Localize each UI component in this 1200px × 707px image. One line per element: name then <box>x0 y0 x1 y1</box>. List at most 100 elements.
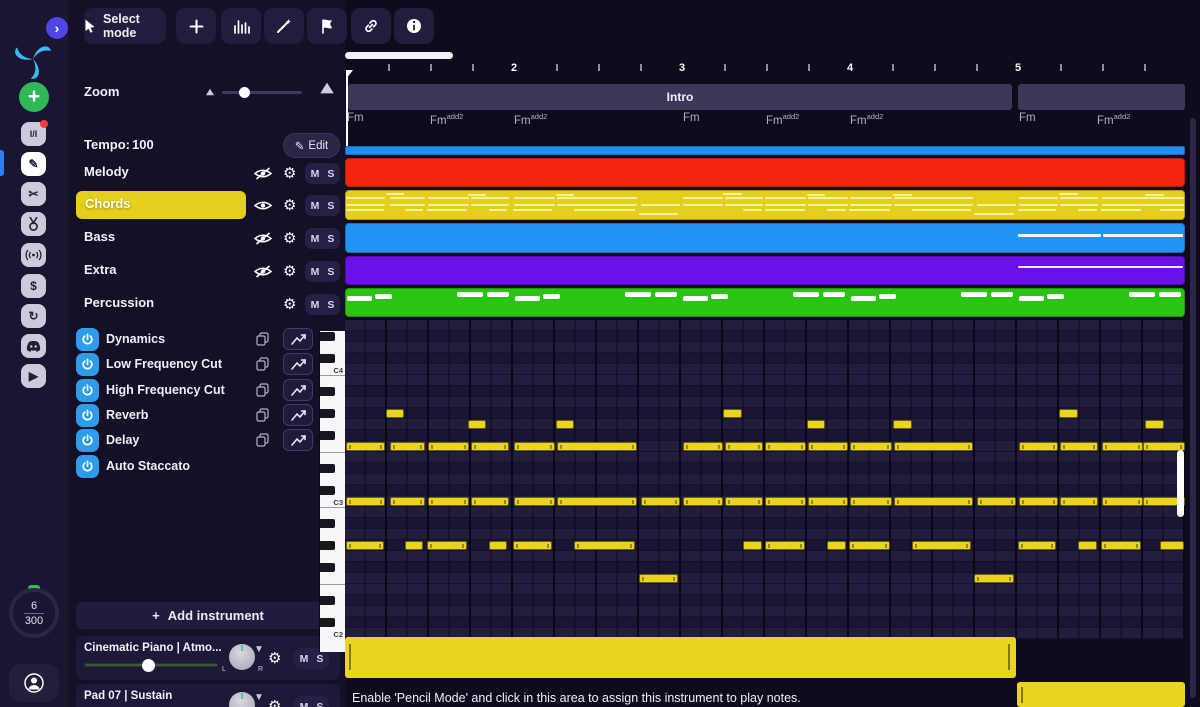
gear-icon[interactable]: ⚙ <box>283 231 296 246</box>
power-toggle[interactable] <box>76 379 99 402</box>
mute-solo-group[interactable]: M S <box>305 195 340 216</box>
black-key[interactable] <box>320 563 335 572</box>
eye-icon[interactable] <box>253 198 273 213</box>
mute-solo-group[interactable]: M S <box>294 696 329 707</box>
piano-roll-grid[interactable] <box>345 320 1185 639</box>
automation-curve-button[interactable] <box>283 328 313 350</box>
play-rail-button[interactable]: ▶ <box>21 364 46 388</box>
midi-note[interactable] <box>894 497 973 506</box>
mute-solo-group[interactable]: M S <box>305 261 340 282</box>
mute-solo-group[interactable]: M S <box>305 163 340 184</box>
track-row-melody[interactable]: Melody ⚙ M S <box>68 159 345 187</box>
midi-note[interactable] <box>827 541 846 550</box>
copy-icon[interactable] <box>256 332 269 346</box>
solo-button[interactable]: S <box>327 266 334 278</box>
midi-note[interactable] <box>574 541 635 550</box>
overview-row-extra[interactable] <box>345 256 1185 285</box>
midi-note[interactable] <box>514 442 555 451</box>
midi-note[interactable] <box>725 442 763 451</box>
midi-note[interactable] <box>346 541 384 550</box>
gear-icon[interactable]: ⚙ <box>268 699 281 707</box>
mute-button[interactable]: M <box>311 168 320 180</box>
midi-note[interactable] <box>974 574 1014 583</box>
collapse-chevron-button[interactable]: › <box>46 17 68 39</box>
clip-resize-handle[interactable] <box>1008 644 1010 670</box>
black-key[interactable] <box>320 519 335 528</box>
medal-rail-button[interactable] <box>21 212 46 236</box>
overview-row-bass[interactable] <box>345 223 1185 253</box>
eye-slash-icon[interactable] <box>253 264 273 279</box>
midi-note[interactable] <box>427 541 467 550</box>
midi-note[interactable] <box>489 541 507 550</box>
history-rail-button[interactable]: ↻ <box>21 304 46 328</box>
midi-note[interactable] <box>1102 497 1143 506</box>
magic-wand-button[interactable] <box>264 8 304 44</box>
selected-track-pill[interactable]: Chords <box>76 191 246 219</box>
midi-note[interactable] <box>683 497 723 506</box>
solo-button[interactable]: S <box>327 233 334 245</box>
automation-curve-button[interactable] <box>283 404 313 426</box>
midi-note[interactable] <box>743 541 762 550</box>
midi-note[interactable] <box>765 442 806 451</box>
midi-note[interactable] <box>390 497 425 506</box>
gear-icon[interactable]: ⚙ <box>283 198 296 213</box>
create-new-button[interactable]: + <box>19 82 49 112</box>
minimize-window-button[interactable] <box>28 10 41 23</box>
mute-solo-group[interactable]: M S <box>305 228 340 249</box>
track-name[interactable]: Melody <box>84 164 129 179</box>
midi-note[interactable] <box>1019 497 1058 506</box>
midi-note[interactable] <box>514 497 555 506</box>
eye-slash-icon[interactable] <box>253 231 273 246</box>
midi-note[interactable] <box>977 497 1016 506</box>
midi-note[interactable] <box>1078 541 1097 550</box>
solo-button[interactable]: S <box>327 299 334 311</box>
piano-roll-scrollbar-thumb[interactable] <box>1177 450 1184 517</box>
track-name[interactable]: Percussion <box>84 295 154 310</box>
midi-note[interactable] <box>849 541 890 550</box>
midi-note[interactable] <box>471 497 509 506</box>
tempo-edit-button[interactable]: ✎ Edit <box>283 133 340 158</box>
overview-row-melody[interactable] <box>345 158 1185 187</box>
midi-note[interactable] <box>346 497 385 506</box>
midi-note[interactable] <box>807 420 825 429</box>
copy-icon[interactable] <box>256 408 269 422</box>
midi-note[interactable] <box>808 497 848 506</box>
midi-note[interactable] <box>1102 442 1143 451</box>
midi-note[interactable] <box>765 541 805 550</box>
scissors-rail-button[interactable]: ✂ <box>21 182 46 206</box>
chevron-down-icon[interactable]: ▼ <box>254 692 264 703</box>
instrument-name[interactable]: Pad 07 | Sustain <box>84 690 172 702</box>
midi-note[interactable] <box>556 420 574 429</box>
midi-note[interactable] <box>346 442 385 451</box>
dollar-rail-button[interactable]: $ <box>21 274 46 298</box>
track-name[interactable]: Extra <box>84 262 117 277</box>
black-key[interactable] <box>320 431 335 440</box>
power-toggle[interactable] <box>76 455 99 478</box>
copy-icon[interactable] <box>256 357 269 371</box>
playhead[interactable] <box>346 70 348 146</box>
black-key[interactable] <box>320 387 335 396</box>
mute-button[interactable]: M <box>311 200 320 212</box>
solo-button[interactable]: S <box>316 701 323 707</box>
midi-note[interactable] <box>468 420 486 429</box>
discord-rail-button[interactable] <box>21 334 46 358</box>
mute-button[interactable]: M <box>300 653 309 665</box>
copy-icon[interactable] <box>256 433 269 447</box>
midi-note[interactable] <box>557 497 637 506</box>
solo-button[interactable]: S <box>327 200 334 212</box>
mute-button[interactable]: M <box>300 701 309 707</box>
black-key[interactable] <box>320 332 335 341</box>
power-toggle[interactable] <box>76 404 99 427</box>
mute-solo-group[interactable]: M S <box>305 294 340 315</box>
midi-note[interactable] <box>471 442 509 451</box>
midi-note[interactable] <box>1059 409 1078 418</box>
overview-row-tempo-strip[interactable] <box>345 146 1185 155</box>
midi-note[interactable] <box>850 497 892 506</box>
mute-button[interactable]: M <box>311 266 320 278</box>
mute-button[interactable]: M <box>311 233 320 245</box>
midi-note[interactable] <box>912 541 971 550</box>
gear-icon[interactable]: ⚙ <box>283 264 296 279</box>
midi-note[interactable] <box>894 442 973 451</box>
midi-note[interactable] <box>386 409 404 418</box>
midi-note[interactable] <box>893 420 912 429</box>
